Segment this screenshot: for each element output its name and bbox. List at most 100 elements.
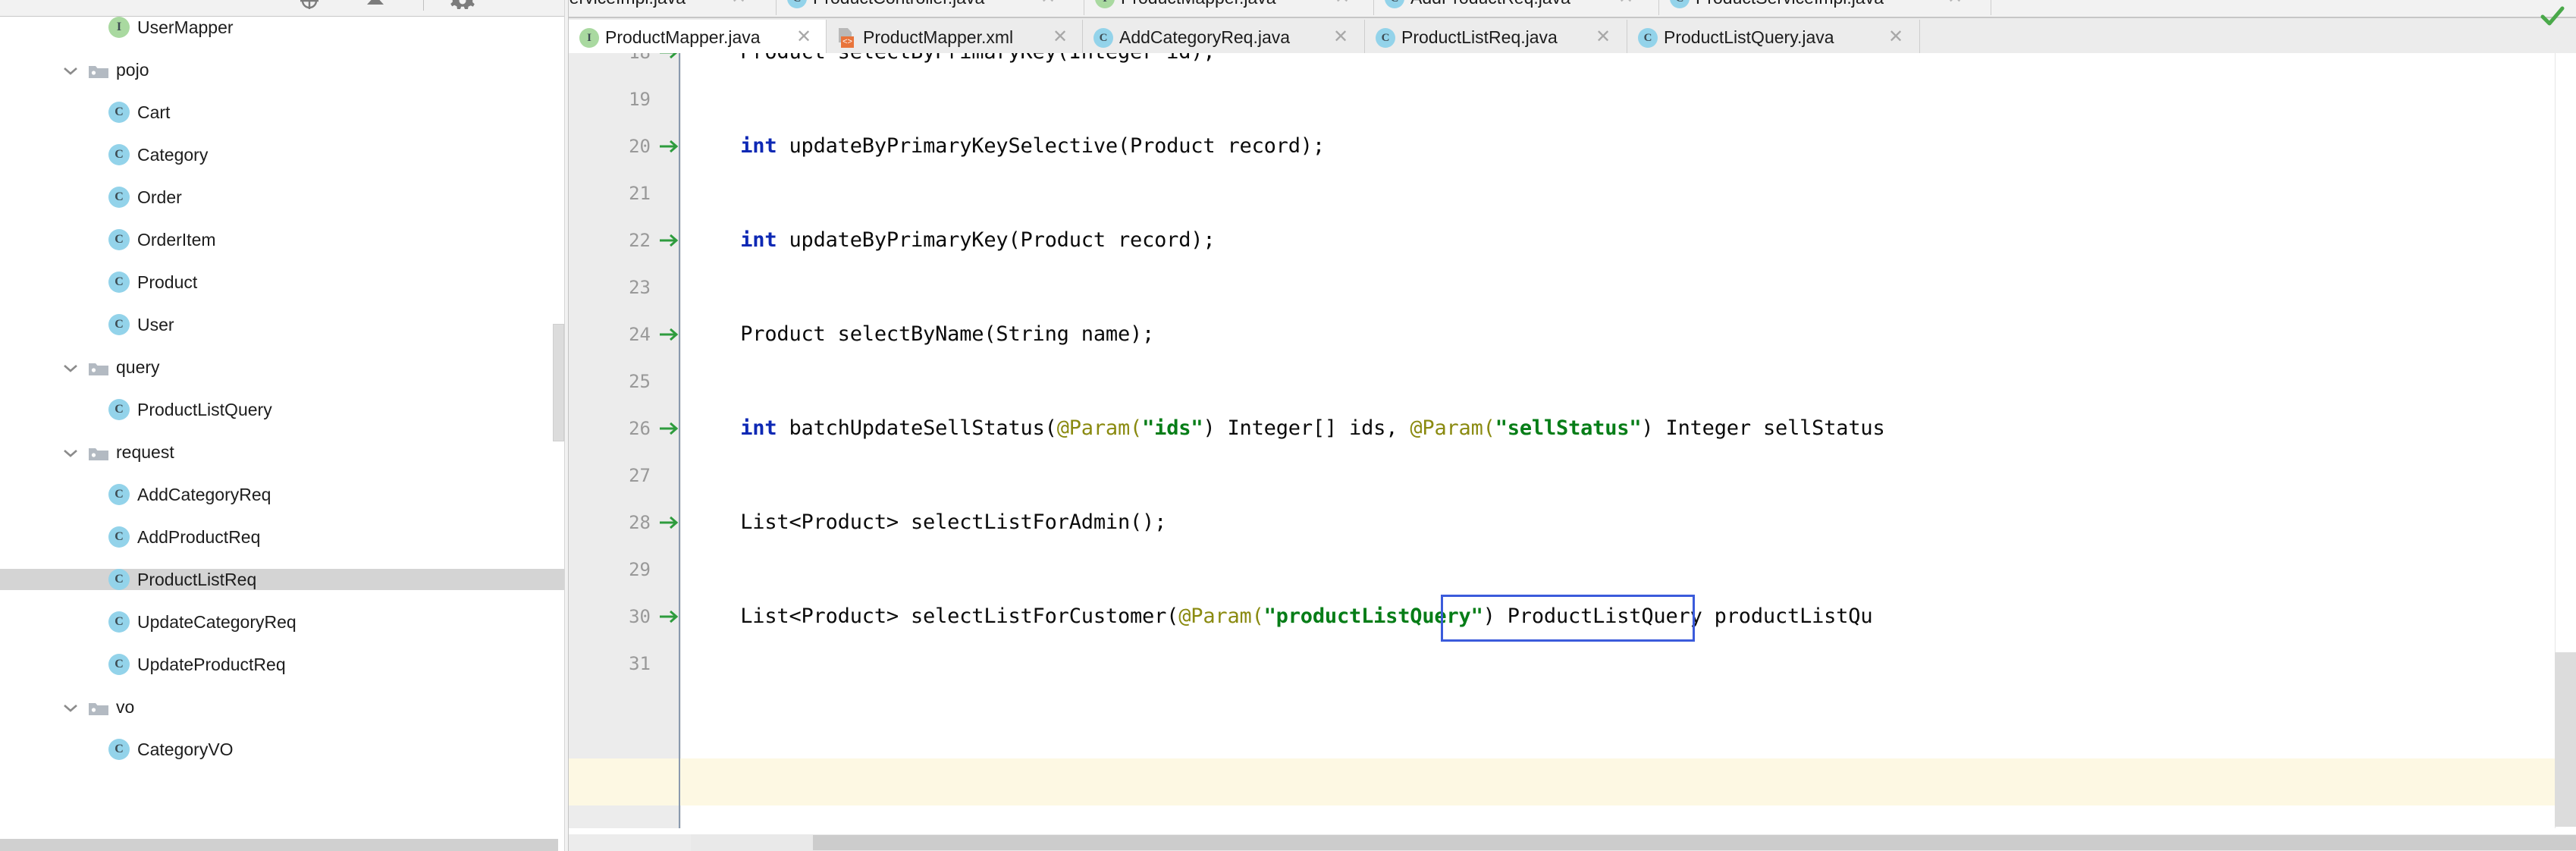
tab-productmapper-java[interactable]: I ProductMapper.java ✕ — [569, 20, 827, 53]
tab-addproductreq[interactable]: C AddProductReq.java ✕ — [1374, 0, 1659, 15]
sidebar-horizontal-scrollbar[interactable] — [0, 839, 558, 851]
chevron-down-icon[interactable] — [62, 59, 82, 80]
code-editor[interactable]: 18 19 20 21 22 23 24 25 26 27 28 29 30 3… — [569, 53, 2576, 851]
tree-item-label: ProductListReq — [137, 570, 257, 589]
implementing-method-arrow-icon[interactable] — [658, 311, 681, 358]
implementing-method-arrow-icon[interactable] — [658, 53, 681, 76]
close-icon[interactable]: ✕ — [1947, 0, 1963, 15]
code-text: batchUpdateSellStatus( — [777, 416, 1057, 440]
code-line-22[interactable]: int updateByPrimaryKey(Product record); — [692, 217, 1215, 264]
tree-item-order[interactable]: C Order — [0, 187, 569, 208]
sidebar-scrollbar-thumb[interactable] — [553, 324, 564, 441]
tab-label: ProductController.java — [813, 0, 984, 15]
keyword-int: int — [740, 134, 777, 158]
tab-label: ProductListQuery.java — [1664, 27, 1834, 47]
tab-productcontroller[interactable]: C ProductController.java ✕ — [777, 0, 1084, 15]
implementing-method-arrow-icon[interactable] — [658, 123, 681, 170]
tree-item-user[interactable]: C User — [0, 314, 569, 335]
implementing-method-arrow-icon[interactable] — [658, 405, 681, 452]
editor-hscrollbar-thumb[interactable] — [813, 835, 2576, 850]
code-text: Product selectByName(String name); — [692, 322, 1155, 346]
close-icon[interactable]: ✕ — [1335, 0, 1350, 15]
tree-item-category[interactable]: C Category — [0, 144, 569, 165]
tree-item-cart[interactable]: C Cart — [0, 102, 569, 123]
close-icon[interactable]: ✕ — [1053, 20, 1068, 53]
class-badge-icon: C — [108, 739, 130, 760]
chevron-down-icon[interactable] — [62, 441, 82, 463]
no-errors-check-icon[interactable] — [2540, 3, 2565, 29]
class-badge-icon: C — [108, 314, 130, 335]
code-line-18[interactable]: Product selectByPrimaryKey(Integer id); — [692, 53, 1215, 76]
editor-vertical-scrollbar[interactable] — [2555, 53, 2576, 828]
tree-item-pojo[interactable]: pojo — [0, 59, 569, 80]
editor-horizontal-scrollbar[interactable] — [691, 834, 2576, 851]
tab-productlistreq-java[interactable]: C ProductListReq.java ✕ — [1365, 20, 1627, 53]
code-text: List<Product> selectListForAdmin(); — [692, 510, 1167, 534]
tab-productmapper-overflow[interactable]: I ProductMapper.java ✕ — [1084, 0, 1374, 15]
interface-badge-icon: I — [1095, 0, 1115, 8]
close-icon[interactable]: ✕ — [1888, 20, 1903, 53]
close-icon[interactable]: ✕ — [796, 20, 811, 53]
tab-addcategoryreq-java[interactable]: C AddCategoryReq.java ✕ — [1083, 20, 1365, 53]
close-icon[interactable]: ✕ — [1333, 20, 1348, 53]
class-badge-icon: C — [1376, 28, 1395, 48]
tab-productserviceimpl[interactable]: C ProductServiceImpl.java ✕ — [1659, 0, 1991, 15]
code-line-26[interactable]: int batchUpdateSellStatus(@Param("ids") … — [692, 405, 1885, 452]
chevron-down-icon[interactable] — [62, 696, 82, 718]
tab-label: ProductServiceImpl.java — [1696, 0, 1884, 15]
tree-item-productlistreq[interactable]: C ProductListReq — [0, 569, 569, 590]
tree-item-label: Product — [137, 272, 198, 292]
locate-icon[interactable] — [294, 0, 325, 17]
tree-item-updateproductreq[interactable]: C UpdateProductReq — [0, 654, 569, 675]
code-text: ) Integer sellStatus — [1641, 416, 1885, 440]
class-badge-icon: C — [787, 0, 807, 8]
project-tree[interactable]: I UserMapper pojo C Cart C Category C Or… — [0, 17, 569, 851]
tree-item-label: User — [137, 315, 174, 334]
code-line-28[interactable]: List<Product> selectListForAdmin(); — [692, 499, 1166, 546]
tree-item-productlistquery[interactable]: C ProductListQuery — [0, 399, 569, 420]
tab-label: ProductMapper.java — [1121, 0, 1276, 15]
tree-item-product[interactable]: C Product — [0, 272, 569, 293]
implementing-method-arrow-icon[interactable] — [658, 499, 681, 546]
code-text: ( — [1483, 416, 1495, 440]
folder-icon — [88, 59, 111, 80]
tree-item-orderitem[interactable]: C OrderItem — [0, 229, 569, 250]
code-line-20[interactable]: int updateByPrimaryKeySelective(Product … — [692, 123, 1325, 170]
code-text: ( — [1130, 416, 1143, 440]
tree-item-addproductreq[interactable]: C AddProductReq — [0, 526, 569, 548]
ide-window: I UserMapper pojo C Cart C Category C Or… — [0, 0, 2576, 851]
interface-badge-icon: I — [108, 17, 130, 38]
editor-scrollbar-thumb[interactable] — [2555, 652, 2576, 827]
chevron-down-icon[interactable] — [62, 356, 82, 378]
tree-item-query[interactable]: query — [0, 356, 569, 378]
implementing-method-arrow-icon[interactable] — [658, 217, 681, 264]
editor-tabs-overflow-row: C CategoryServiceImpl.java ✕ C ProductCo… — [569, 0, 2576, 17]
tree-item-updatecategoryreq[interactable]: C UpdateCategoryReq — [0, 611, 569, 633]
close-icon[interactable]: ✕ — [1618, 0, 1633, 15]
close-icon[interactable]: ✕ — [731, 0, 746, 15]
tree-item-categoryvo[interactable]: C CategoryVO — [0, 739, 569, 760]
close-icon[interactable]: ✕ — [1595, 20, 1611, 53]
code-line-30[interactable]: List<Product> selectListForCustomer(@Par… — [692, 593, 1872, 640]
editor-area: C CategoryServiceImpl.java ✕ C ProductCo… — [569, 0, 2576, 851]
tab-categoryserviceimpl[interactable]: C CategoryServiceImpl.java ✕ — [569, 0, 777, 15]
code-text: Product selectByPrimaryKey(Integer id); — [692, 53, 1215, 64]
tab-label: AddCategoryReq.java — [1119, 27, 1291, 47]
settings-gear-icon[interactable] — [447, 0, 478, 17]
tab-productmapper-xml[interactable]: <> ProductMapper.xml ✕ — [827, 20, 1083, 53]
tab-label: ProductListReq.java — [1401, 27, 1558, 47]
code-line-24[interactable]: Product selectByName(String name); — [692, 311, 1154, 358]
implementing-method-arrow-icon[interactable] — [658, 593, 681, 640]
parameter-selection-box[interactable] — [1441, 595, 1695, 642]
tree-item-usermapper[interactable]: I UserMapper — [0, 17, 569, 38]
close-icon[interactable]: ✕ — [1040, 0, 1056, 15]
line-number: 19 — [629, 89, 651, 110]
string-literal: "sellStatus" — [1495, 416, 1642, 440]
tree-item-request[interactable]: request — [0, 441, 569, 463]
tree-item-label: UserMapper — [137, 17, 234, 37]
tab-productlistquery-java[interactable]: C ProductListQuery.java ✕ — [1627, 20, 1920, 53]
tree-item-vo[interactable]: vo — [0, 696, 569, 718]
collapse-all-icon[interactable] — [360, 0, 391, 17]
tree-item-addcategoryreq[interactable]: C AddCategoryReq — [0, 484, 569, 505]
class-badge-icon: C — [108, 272, 130, 293]
